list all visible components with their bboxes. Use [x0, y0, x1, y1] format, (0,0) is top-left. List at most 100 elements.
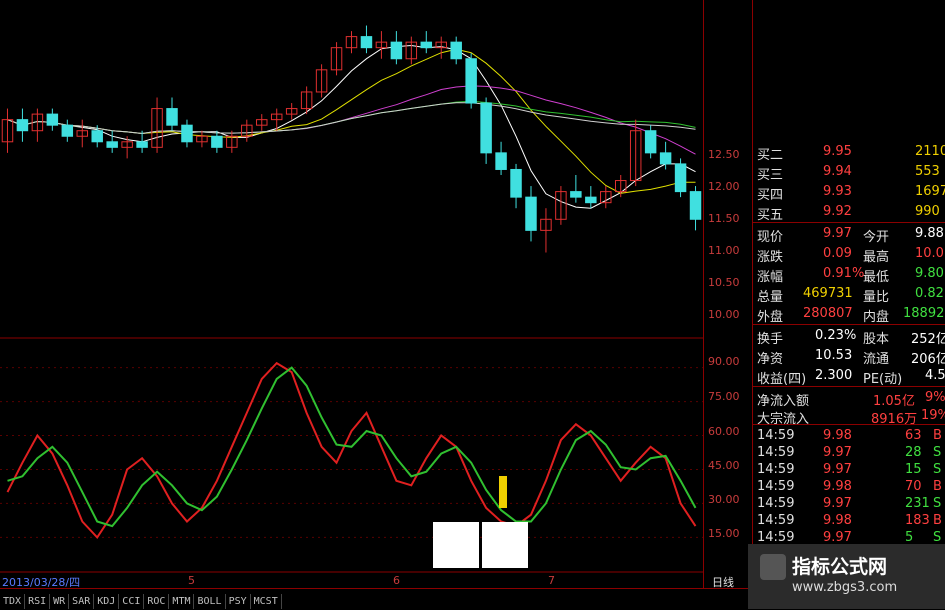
- tick-vol: 63: [905, 428, 922, 443]
- indicator-tick: 90.00: [708, 355, 740, 368]
- total-label: 总量: [757, 290, 784, 305]
- quote-row: 涨幅 0.91% 最低 9.80: [753, 264, 945, 285]
- tick-vol: 5: [905, 530, 914, 545]
- price-tick: 11.00: [708, 244, 740, 257]
- price-tick: 12.00: [708, 180, 740, 193]
- tick-time: 14:59: [757, 479, 795, 494]
- k-line: [6, 361, 697, 540]
- high-value: 10.07: [915, 246, 945, 261]
- tick-price: 9.97: [823, 496, 852, 511]
- tick-vol: 183: [905, 513, 930, 528]
- bid-price: 9.93: [823, 184, 852, 199]
- now-label: 现价: [757, 230, 784, 245]
- divider: [753, 424, 945, 425]
- change-value: 0.09: [823, 246, 852, 261]
- inner-label: 内盘: [863, 310, 890, 325]
- tick-time: 14:59: [757, 445, 795, 460]
- bid-row[interactable]: 买四 9.93 1697: [753, 182, 945, 203]
- equity-value: 252亿: [911, 332, 945, 347]
- quote-row: 现价 9.97 今开 9.88: [753, 224, 945, 245]
- divider: [753, 386, 945, 387]
- watermark-logo-icon: [760, 554, 786, 580]
- candle-body: [61, 124, 74, 137]
- price-tick: 10.00: [708, 308, 740, 321]
- tab-boll[interactable]: BOLL: [194, 594, 226, 609]
- indicator-tick: 15.00: [708, 527, 740, 540]
- indicator-tick: 75.00: [708, 390, 740, 403]
- candle-body: [659, 152, 672, 165]
- tick-price: 9.98: [823, 513, 852, 528]
- eps-label: 收益(四): [757, 372, 807, 387]
- divider: [753, 324, 945, 325]
- indicator-tick: 45.00: [708, 459, 740, 472]
- bid-row[interactable]: 买三 9.94 553: [753, 162, 945, 183]
- candle-body: [480, 102, 492, 154]
- candle-body: [106, 141, 118, 148]
- tick-vol: 15: [905, 462, 922, 477]
- candle-body: [360, 36, 373, 49]
- tab-kdj[interactable]: KDJ: [94, 594, 120, 609]
- divider: [753, 222, 945, 223]
- net-value: 10.53: [815, 348, 853, 363]
- bid-price: 9.95: [823, 144, 852, 159]
- ratio-label: 量比: [863, 290, 890, 305]
- change-label: 涨跌: [757, 250, 784, 265]
- tab-roc[interactable]: ROC: [144, 594, 170, 609]
- tab-tdx[interactable]: TDX: [0, 594, 26, 609]
- bid-volume: 553: [915, 164, 940, 179]
- bid-label: 买二: [757, 148, 784, 163]
- tab-cci[interactable]: CCI: [119, 594, 145, 609]
- tick-side: S: [933, 530, 942, 545]
- d-line: [7, 366, 697, 528]
- tick-vol: 231: [905, 496, 930, 511]
- eps-value: 2.300: [815, 368, 853, 383]
- candle-body: [495, 152, 507, 170]
- bid-price: 9.94: [823, 164, 852, 179]
- tick-side: S: [933, 496, 942, 511]
- quote-row: 总量 469731 量比 0.82: [753, 284, 945, 305]
- signal-box: [433, 522, 479, 568]
- candle-body: [91, 130, 103, 143]
- bid-row[interactable]: 买二 9.95 2110: [753, 142, 945, 163]
- tab-mcst[interactable]: MCST: [251, 594, 282, 609]
- low-label: 最低: [863, 270, 890, 285]
- tick-price: 9.98: [823, 479, 852, 494]
- tick-time: 14:59: [757, 513, 795, 528]
- bid-row[interactable]: 买五 9.92 990: [753, 202, 945, 223]
- high-label: 最高: [863, 250, 890, 265]
- chart-area[interactable]: [0, 0, 703, 588]
- candle-body: [450, 41, 462, 60]
- tick-side: S: [933, 445, 942, 460]
- price-tick: 10.50: [708, 276, 740, 289]
- open-label: 今开: [863, 230, 890, 245]
- price-tick: 11.50: [708, 212, 740, 225]
- watermark-url: www.zbgs3.com: [792, 580, 898, 595]
- bid-volume: 990: [915, 204, 940, 219]
- candle-body: [211, 135, 223, 148]
- tick-time: 14:59: [757, 496, 795, 511]
- low-value: 9.80: [915, 266, 944, 281]
- tab-sar[interactable]: SAR: [69, 594, 95, 609]
- watermark: 指标公式网 www.zbgs3.com: [748, 544, 945, 609]
- candle-body: [510, 168, 522, 198]
- chart-svg: [0, 25, 703, 573]
- turnover-value: 0.23%: [815, 328, 857, 343]
- quote-row: 收益(四) 2.300 PE(动) 4.5: [753, 366, 945, 387]
- date-mark: 5: [188, 574, 195, 587]
- ma60-line: [7, 102, 696, 135]
- tab-mtm[interactable]: MTM: [169, 594, 195, 609]
- tab-psy[interactable]: PSY: [226, 594, 251, 609]
- candle-body: [136, 141, 148, 148]
- candle-body: [390, 41, 403, 60]
- equity-label: 股本: [863, 332, 890, 347]
- price-axis: 12.50 12.00 11.50 11.00 10.50 10.00 90.0…: [703, 0, 752, 588]
- flow-row: 大宗流入 8916万 19%: [753, 406, 945, 427]
- float-value: 206亿: [911, 352, 945, 367]
- signal-box: [482, 522, 528, 568]
- total-value: 469731: [803, 286, 853, 301]
- signal-marker: [499, 476, 507, 508]
- candle-body: [420, 41, 433, 49]
- tab-wr[interactable]: WR: [50, 594, 70, 609]
- netflow-pct: 9%: [925, 390, 945, 405]
- tab-rsi[interactable]: RSI: [25, 594, 51, 609]
